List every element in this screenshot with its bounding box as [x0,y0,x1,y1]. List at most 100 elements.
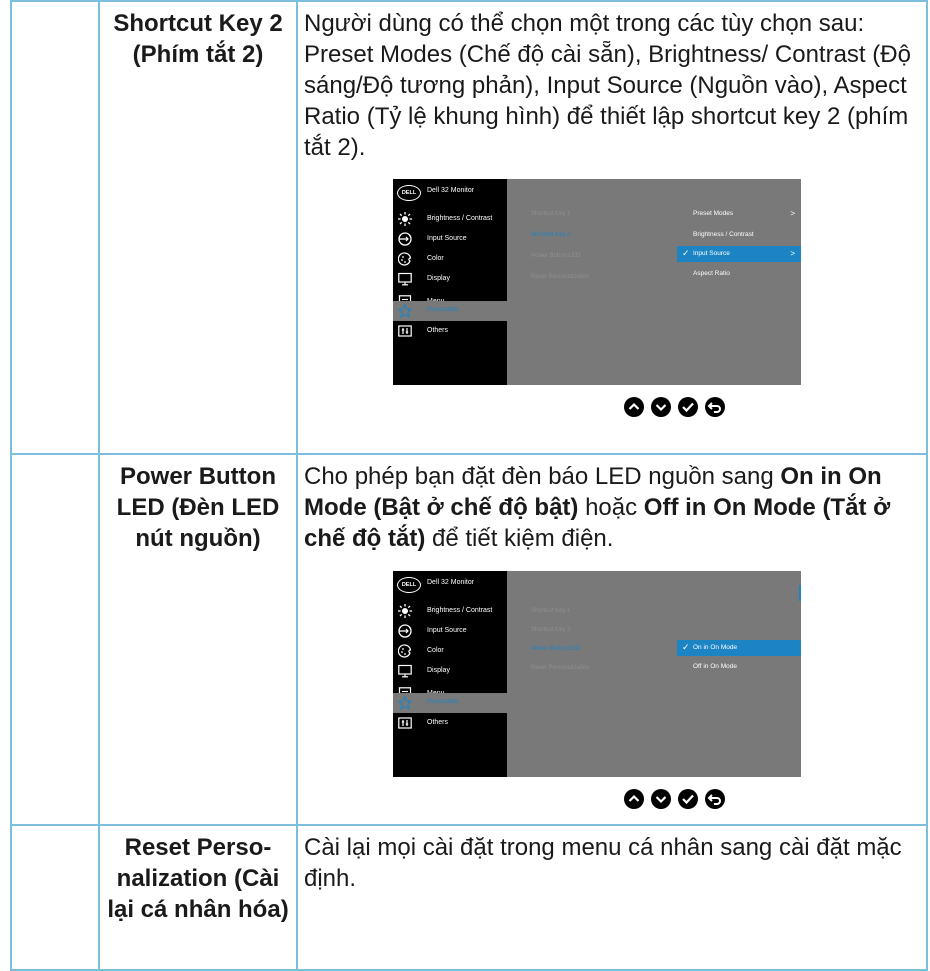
description-text: Cài lại mọi cài đặt trong menu cá nhân s… [304,834,902,892]
menu-item-brightness[interactable]: Brightness / Contrast [393,209,507,229]
table-row-power-button-led: Power Button LED (Đèn LED nút nguồn) Cho… [10,453,928,826]
menu-item-color[interactable]: Color [393,641,507,661]
monitor-model: Dell 32 Monitor [427,579,475,586]
menu-item-others[interactable]: Others [393,321,507,341]
back-icon[interactable] [704,396,726,418]
menu-item-label: Input Source [427,235,467,242]
blank-column [10,824,100,971]
osd-navigation-buttons [298,392,926,432]
submenu-item-shortcut-key-2[interactable]: Shortcut Key 2 [531,232,570,238]
option-on-in-on-mode[interactable]: ✓ On in On Mode [677,640,801,656]
down-icon[interactable] [650,396,672,418]
submenu-item-shortcut-key-2[interactable]: Shortcut Key 2 [531,627,570,633]
menu-item-label: Display [427,275,450,282]
menu-item-personalize[interactable]: Personalize [393,301,507,321]
display-icon [398,272,412,286]
up-icon[interactable] [623,788,645,810]
dell-logo: DELL [397,577,421,593]
check-icon[interactable] [677,396,699,418]
parameter-cell: Power Button LED (Đèn LED nút nguồn) [98,453,298,826]
description-part: hoặc [578,494,644,521]
color-icon [398,644,412,658]
osd-main-menu: DELL Dell 32 Monitor Brightness / Contra… [393,571,507,777]
menu-item-label: Others [427,719,449,726]
description-part: Cho phép bạn đặt đèn báo LED nguồn sang [304,463,781,490]
submenu-item-reset-personalization[interactable]: Reset Personalization [531,274,589,280]
menu-item-label: Personalize [427,307,459,313]
others-icon [398,325,412,337]
checkmark-icon: ✓ [682,642,690,652]
brightness-icon [398,604,412,618]
option-label: Aspect Ratio [693,270,730,277]
submenu-item-shortcut-key-1[interactable]: Shortcut Key 1 [531,608,570,614]
menu-item-color[interactable]: Color [393,249,507,269]
down-icon[interactable] [650,788,672,810]
blank-column [10,453,100,826]
description-text: Cho phép bạn đặt đèn báo LED nguồn sang … [298,455,926,554]
option-label: Brightness / Contrast [693,231,754,238]
parameter-cell: Reset Perso-nalization (Cài lại cá nhân … [98,824,298,971]
table-row-shortcut-key-2: Shortcut Key 2 (Phím tắt 2) Người dùng c… [10,0,928,455]
menu-item-label: Brightness / Contrast [427,607,493,614]
monitor-model: Dell 32 Monitor [427,187,475,194]
submenu-item-shortcut-key-1[interactable]: Shortcut Key 1 [531,211,570,217]
option-brightness-contrast[interactable]: Brightness / Contrast [677,227,801,243]
option-preset-modes[interactable]: Preset Modes > [677,206,801,222]
menu-item-label: Input Source [427,627,467,634]
description-part: để tiết kiệm điện. [425,525,614,552]
menu-item-personalize[interactable]: Personalize [393,693,507,713]
blank-column [10,0,100,455]
option-label: On in On Mode [693,644,738,651]
option-label: Off in On Mode [693,663,737,670]
brightness-icon [398,212,412,226]
up-icon[interactable] [623,396,645,418]
scroll-indicator [799,585,801,601]
option-label: Preset Modes [693,210,734,217]
submenu-item-reset-personalization[interactable]: Reset Personalization [531,665,589,671]
dell-logo: DELL [397,185,421,201]
osd-main-menu: DELL Dell 32 Monitor Brightness / Contra… [393,179,507,385]
menu-item-label: Brightness / Contrast [427,215,493,222]
osd-screenshot: DELL Dell 32 Monitor Brightness / Contra… [393,571,801,777]
personalize-star-icon [398,304,412,318]
osd-navigation-buttons [298,784,926,824]
parameter-name: Shortcut Key 2 (Phím tắt 2) [113,10,283,68]
submenu-item-power-button-led[interactable]: Power Button LED [531,253,580,259]
parameter-name: Power Button LED (Đèn LED nút nguồn) [116,463,280,552]
option-off-in-on-mode[interactable]: Off in On Mode [677,659,801,675]
checkmark-icon: ✓ [682,248,690,258]
menu-item-label: Others [427,327,449,334]
description-text: Người dùng có thể chọn một trong các tùy… [304,10,911,161]
submenu-item-power-button-led[interactable]: Power Button LED [531,646,580,652]
input-source-icon [398,624,412,638]
description-cell: Cho phép bạn đặt đèn báo LED nguồn sang … [296,453,928,826]
check-icon[interactable] [677,788,699,810]
menu-item-label: Color [427,647,444,654]
option-input-source[interactable]: ✓ Input Source > [677,246,801,262]
osd-description-table: Shortcut Key 2 (Phím tắt 2) Người dùng c… [10,0,928,971]
chevron-right-icon: > [790,209,795,218]
menu-item-label: Color [427,255,444,262]
menu-item-input-source[interactable]: Input Source [393,621,507,641]
chevron-right-icon: > [790,249,795,258]
menu-item-brightness[interactable]: Brightness / Contrast [393,601,507,621]
personalize-star-icon [398,696,412,710]
option-aspect-ratio[interactable]: Aspect Ratio [677,266,801,282]
menu-item-display[interactable]: Display [393,269,507,289]
menu-item-input-source[interactable]: Input Source [393,229,507,249]
menu-item-others[interactable]: Others [393,713,507,733]
color-icon [398,252,412,266]
parameter-cell: Shortcut Key 2 (Phím tắt 2) [98,0,298,455]
table-row-reset-personalization: Reset Perso-nalization (Cài lại cá nhân … [10,824,928,971]
menu-item-label: Display [427,667,450,674]
others-icon [398,717,412,729]
osd-screenshot: DELL Dell 32 Monitor Brightness / Contra… [393,179,801,385]
back-icon[interactable] [704,788,726,810]
display-icon [398,664,412,678]
menu-item-label: Personalize [427,699,459,705]
parameter-name: Reset Perso-nalization (Cài lại cá nhân … [107,834,289,923]
description-cell: Cài lại mọi cài đặt trong menu cá nhân s… [296,824,928,971]
option-label: Input Source [693,250,730,257]
description-cell: Người dùng có thể chọn một trong các tùy… [296,0,928,455]
menu-item-display[interactable]: Display [393,661,507,681]
